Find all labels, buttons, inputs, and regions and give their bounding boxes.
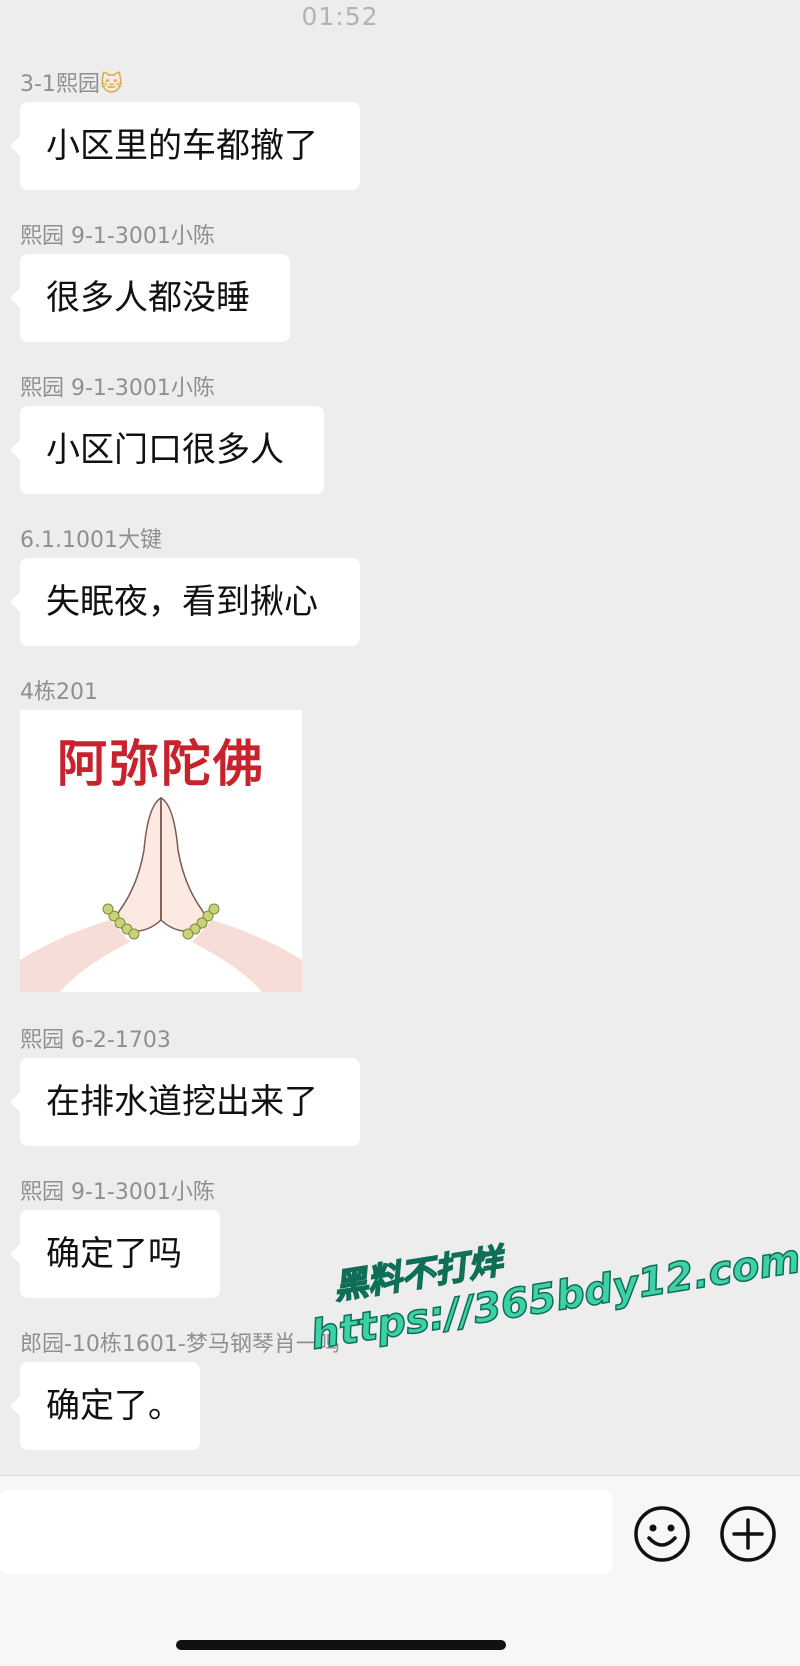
status-time: 01:52	[301, 2, 379, 31]
watermark: 黑料不打烊 https://365bdy12.com	[300, 1198, 800, 1359]
smiley-face-icon[interactable]	[632, 1504, 692, 1564]
message-sender: 熙园 9-1-3001小陈	[20, 376, 215, 401]
message-sender: 4栋201	[20, 680, 98, 705]
message-sender: 郎园-10栋1601-梦马钢琴肖一鸣	[20, 1332, 340, 1357]
home-indicator[interactable]	[176, 1640, 506, 1650]
message-bubble[interactable]: 确定了。	[10, 1362, 200, 1450]
message-bubble[interactable]: 小区里的车都撤了	[10, 102, 360, 190]
cat-emoji-icon: 🐱	[99, 72, 123, 97]
message-bubble[interactable]: 小区门口很多人	[10, 406, 324, 494]
message-bubble[interactable]: 在排水道挖出来了	[10, 1058, 360, 1146]
message-input[interactable]	[0, 1490, 612, 1574]
message-sender: 3-1熙园🐱	[20, 66, 123, 98]
sticker-image[interactable]: 阿弥陀佛	[20, 710, 302, 992]
sender-name: 3-1熙园	[20, 72, 100, 97]
message-sender: 熙园 9-1-3001小陈	[20, 224, 215, 249]
message-sender: 6.1.1001大键	[20, 528, 162, 553]
message-sender: 熙园 6-2-1703	[20, 1028, 171, 1053]
sticker-caption: 阿弥陀佛	[57, 734, 265, 793]
message-sender: 熙园 9-1-3001小陈	[20, 1180, 215, 1205]
message-bubble[interactable]: 很多人都没睡	[10, 254, 290, 342]
message-bubble[interactable]: 确定了吗	[10, 1210, 220, 1298]
message-bubble[interactable]: 失眠夜，看到揪心	[10, 558, 360, 646]
plus-circle-icon[interactable]	[718, 1504, 778, 1564]
chat-input-bar	[0, 1475, 800, 1666]
